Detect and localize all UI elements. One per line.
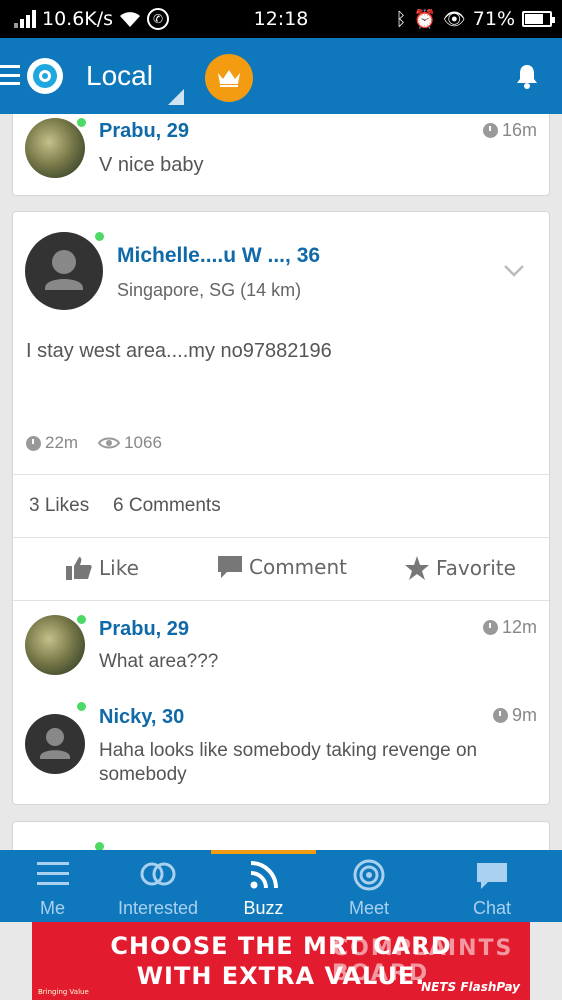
- clock-icon: [482, 620, 498, 635]
- post-author-name[interactable]: Michelle....u W ..., 36: [117, 244, 320, 268]
- commenter-name[interactable]: Nicky, 30: [99, 706, 184, 729]
- eye-icon: 👁: [442, 8, 466, 30]
- post-card: Michelle....u W ..., 36 Singapore, SG (1…: [12, 211, 550, 805]
- target-icon: [353, 859, 385, 891]
- comment-text: Haha looks like somebody taking revenge …: [99, 740, 478, 785]
- tab-buzz[interactable]: Buzz: [211, 850, 316, 922]
- chevron-down-icon[interactable]: [503, 264, 525, 278]
- online-indicator: [95, 232, 104, 241]
- tab-me[interactable]: Me: [0, 850, 105, 922]
- view-count: 1066: [124, 433, 162, 452]
- app-header: Local: [0, 38, 562, 114]
- ad-banner[interactable]: CHOOSE THE MRT CARD WITH EXTRA VALUE. CO…: [32, 922, 530, 1000]
- interlocking-rings-icon: [140, 862, 176, 886]
- comment-time: 12m: [482, 617, 537, 638]
- comment-bubble-icon: [218, 556, 242, 578]
- default-user-icon: [40, 728, 70, 759]
- clock-icon: [482, 123, 498, 138]
- menu-icon[interactable]: [0, 65, 20, 85]
- comments-count-link[interactable]: 6 Comments: [113, 495, 221, 517]
- star-icon: [405, 556, 429, 580]
- commenter-name[interactable]: Prabu, 29: [99, 618, 189, 641]
- comment-time: 16m: [482, 120, 537, 141]
- thumbs-up-icon: [66, 557, 92, 580]
- bottom-navigation: Me Interested Buzz Meet Chat: [0, 850, 562, 922]
- comment-button[interactable]: Comment: [217, 555, 347, 579]
- comment-text: What area???: [99, 651, 219, 672]
- notification-bell-icon[interactable]: [514, 62, 540, 90]
- location-title[interactable]: Local: [86, 60, 153, 92]
- tab-meet[interactable]: Meet: [316, 850, 422, 922]
- rss-feed-icon: [250, 861, 278, 889]
- tab-chat[interactable]: Chat: [422, 850, 562, 922]
- online-indicator: [77, 118, 86, 127]
- post-text: I stay west area....my no97882196: [26, 340, 332, 362]
- post-location: Singapore, SG (14 km): [117, 280, 302, 300]
- comment-text: V nice baby: [99, 154, 204, 176]
- online-indicator: [77, 702, 86, 711]
- likes-count-link[interactable]: 3 Likes: [29, 495, 89, 517]
- like-button[interactable]: Like: [65, 555, 139, 581]
- crown-icon: [218, 70, 240, 87]
- list-menu-icon: [36, 862, 69, 885]
- commenter-avatar[interactable]: [25, 714, 85, 774]
- clock-icon: [26, 435, 41, 451]
- avatar[interactable]: [25, 118, 85, 178]
- online-indicator: [77, 615, 86, 624]
- battery-icon: [522, 11, 555, 27]
- author-avatar[interactable]: [25, 232, 103, 310]
- dropdown-indicator-icon[interactable]: [168, 89, 184, 105]
- bluetooth-icon: ᛒ: [395, 8, 407, 30]
- views-eye-icon: [98, 437, 121, 449]
- tab-interested[interactable]: Interested: [105, 850, 211, 922]
- default-user-icon: [45, 250, 83, 290]
- status-bar: 10.6K/s ✆ 12:18 ᛒ ⏰ 👁 71%: [0, 0, 562, 38]
- comment-time: 9m: [492, 705, 537, 726]
- battery-percent: 71%: [472, 8, 515, 30]
- commenter-name[interactable]: Prabu, 29: [99, 120, 189, 143]
- clock-icon: [492, 708, 508, 723]
- crown-premium-button[interactable]: [205, 54, 253, 102]
- watermark-text: COMPLAINTS BOARD: [332, 936, 514, 986]
- favorite-button[interactable]: Favorite: [404, 555, 516, 581]
- ad-brand: NETS FlashPay: [421, 980, 520, 994]
- alarm-icon: ⏰: [413, 8, 436, 30]
- previous-comment-card: Prabu, 29 V nice baby 16m: [12, 114, 550, 196]
- commenter-avatar[interactable]: [25, 615, 85, 675]
- post-age: 22m: [45, 433, 79, 452]
- app-logo-icon[interactable]: [27, 58, 63, 94]
- chat-bubble-icon: [477, 863, 507, 889]
- post-meta: 22m 1066: [26, 433, 162, 453]
- ad-tagline: Bringing Value: [38, 988, 89, 996]
